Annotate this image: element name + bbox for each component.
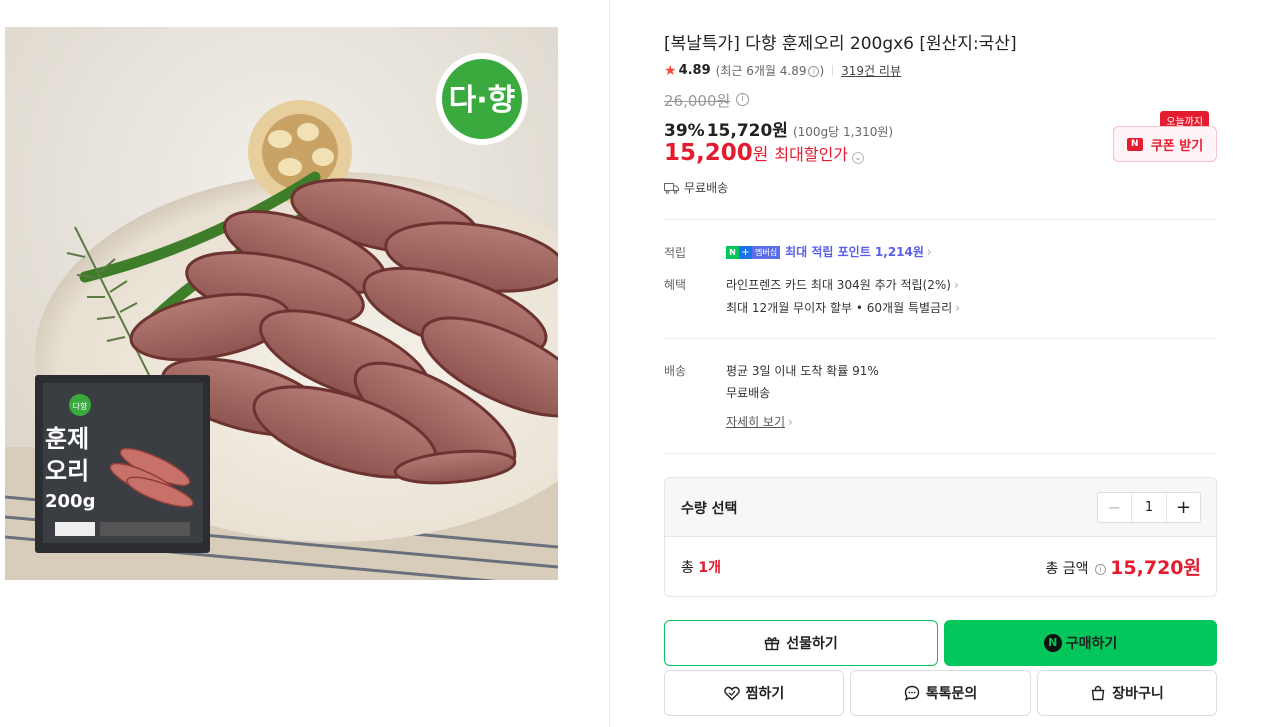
shopping-bag-icon xyxy=(1091,685,1105,701)
svg-text:200g: 200g xyxy=(45,491,95,512)
rating-row: ★ 4.89 (최근 6개월 4.89 i) 319건 리뷰 xyxy=(664,62,901,79)
max-discount-row[interactable]: 15,200 원 최대할인가 ⌄ xyxy=(664,140,865,166)
sale-price: 15,720원 xyxy=(706,121,788,141)
chevron-right-icon: › xyxy=(953,278,959,292)
delivery-fee: 무료배송 xyxy=(726,386,771,400)
quantity-input[interactable]: 1 xyxy=(1132,493,1166,522)
product-title: [복날특가] 다향 훈제오리 200gx6 [원산지:국산] xyxy=(664,34,1017,54)
section-divider xyxy=(664,219,1217,220)
gift-button-label: 선물하기 xyxy=(786,636,838,652)
truck-icon xyxy=(664,182,679,194)
max-discount-label: 최대할인가 xyxy=(774,145,849,164)
quantity-box: 수량 선택 − 1 + 총 1개 총 금액 i 15,720원 xyxy=(664,477,1217,597)
shipping-row: 무료배송 xyxy=(664,179,728,196)
perk-installment-link[interactable]: 최대 12개월 무이자 할부 • 60개월 특별금리 › xyxy=(726,299,960,316)
wish-button[interactable]: 찜하기 xyxy=(664,670,844,716)
package-thumbnail: 다향 훈제 오리 200g xyxy=(35,375,210,553)
quantity-stepper: − 1 + xyxy=(1097,492,1201,523)
perk-card-link[interactable]: 라인프렌즈 카드 최대 304원 추가 적립(2%) › xyxy=(726,276,959,293)
star-icon: ★ xyxy=(664,62,677,79)
buy-button-label: 구매하기 xyxy=(1065,636,1118,652)
chevron-right-icon: › xyxy=(955,301,960,315)
pane-divider xyxy=(609,0,610,727)
gift-icon xyxy=(765,637,780,651)
brand-logo: 다·향 xyxy=(436,53,528,145)
svg-text:오리: 오리 xyxy=(45,457,89,485)
product-image[interactable]: 다·향 다향 훈제 오리 200g xyxy=(5,27,558,580)
chevron-right-icon: › xyxy=(788,415,793,429)
shipping-text: 무료배송 xyxy=(684,181,729,195)
coupon: 오늘까지 N 쿠폰 받기 xyxy=(1113,111,1217,163)
chevron-right-icon: › xyxy=(926,245,932,259)
quantity-header: 수량 선택 − 1 + xyxy=(665,478,1216,537)
wish-button-label: 찜하기 xyxy=(745,686,785,702)
quantity-label: 수량 선택 xyxy=(681,501,738,517)
points-label: 적립 xyxy=(664,246,687,260)
cart-button-label: 장바구니 xyxy=(1112,686,1164,702)
cart-button[interactable]: 장바구니 xyxy=(1037,670,1217,716)
delivery-eta: 평균 3일 이내 도착 확률 91% xyxy=(726,364,879,378)
gift-button[interactable]: 선물하기 xyxy=(664,620,938,666)
review-count-link[interactable]: 319건 리뷰 xyxy=(841,62,901,79)
talk-button-label: 톡톡문의 xyxy=(925,686,978,702)
svg-text:다향: 다향 xyxy=(73,402,88,411)
points-text: 최대 적립 포인트 1,214원 xyxy=(785,245,924,259)
delivery-details-link[interactable]: 자세히 보기 › xyxy=(726,413,793,430)
svg-text:훈제: 훈제 xyxy=(45,425,89,453)
brand-logo-text: 다·향 xyxy=(449,83,516,118)
rating-score: 4.89 xyxy=(678,63,711,78)
talk-inquiry-button[interactable]: 톡톡문의 xyxy=(850,670,1031,716)
buy-button[interactable]: N 구매하기 xyxy=(944,620,1217,666)
recent-rating: (최근 6개월 4.89 i) xyxy=(715,64,825,78)
product-photo: 다·향 다향 훈제 오리 200g xyxy=(5,27,558,580)
sale-price-row: 39% 15,720원 (100g당 1,310원) xyxy=(664,116,893,141)
max-discount-price: 15,200 xyxy=(664,140,753,166)
chat-bubble-icon xyxy=(904,685,919,701)
discount-rate: 39% xyxy=(664,121,705,141)
quantity-decrease-button[interactable]: − xyxy=(1098,493,1132,522)
max-discount-unit: 원 xyxy=(752,145,769,165)
section-divider xyxy=(664,338,1217,339)
total-count: 총 1개 xyxy=(681,560,721,576)
perks-label: 혜택 xyxy=(664,278,687,292)
total-price: 15,720원 xyxy=(1110,557,1201,579)
naver-n-icon: N xyxy=(1126,137,1143,151)
price-info-icon[interactable]: i xyxy=(736,93,749,106)
section-divider xyxy=(664,453,1217,454)
info-icon[interactable]: i xyxy=(808,66,820,77)
naver-pay-icon: N xyxy=(1043,634,1062,652)
divider xyxy=(832,65,834,76)
product-info-pane: [복날특가] 다향 훈제오리 200gx6 [원산지:국산] ★ 4.89 (최… xyxy=(664,0,1217,727)
coupon-download-button[interactable]: N 쿠폰 받기 xyxy=(1113,126,1217,162)
original-price: 26,000원 xyxy=(664,92,731,110)
coupon-button-label: 쿠폰 받기 xyxy=(1150,138,1204,154)
membership-badge: N + 멤버십 xyxy=(726,246,781,259)
unit-price: (100g당 1,310원) xyxy=(792,125,894,139)
total-price-label: 총 금액 i xyxy=(1045,558,1106,578)
points-link[interactable]: N + 멤버십 최대 적립 포인트 1,214원 › xyxy=(726,243,932,260)
quantity-increase-button[interactable]: + xyxy=(1166,493,1200,522)
delivery-label: 배송 xyxy=(664,364,687,378)
chevron-down-icon[interactable]: ⌄ xyxy=(852,152,865,164)
heart-icon xyxy=(723,686,740,701)
info-icon[interactable]: i xyxy=(1095,564,1106,575)
